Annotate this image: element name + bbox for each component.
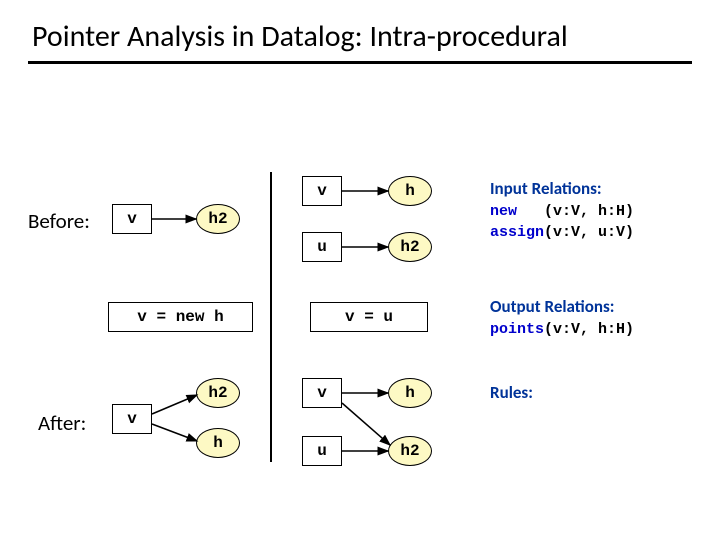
node-v-r2: v xyxy=(302,378,342,408)
node-h-r2: h xyxy=(388,378,432,408)
output-relations: Output Relations: points(v:V, h:H) xyxy=(490,296,634,338)
output-relations-header: Output Relations: xyxy=(490,296,634,317)
sig-points: (v:V, h:H) xyxy=(544,321,634,338)
node-h2-r2b: h2 xyxy=(388,436,432,466)
page-title: Pointer Analysis in Datalog: Intra-proce… xyxy=(0,0,720,61)
input-relations: Input Relations: new (v:V, h:H) assign(v… xyxy=(490,178,634,241)
kw-new: new xyxy=(490,203,517,220)
kw-assign: assign xyxy=(490,224,544,241)
sig-new: (v:V, h:H) xyxy=(544,203,634,220)
node-h2-r1: h2 xyxy=(388,232,432,262)
input-relations-header: Input Relations: xyxy=(490,178,634,199)
stmt-assign: v = u xyxy=(310,302,428,332)
divider xyxy=(28,61,692,64)
node-h-after: h xyxy=(196,428,240,458)
rules: Rules: xyxy=(490,382,533,403)
kw-points: points xyxy=(490,321,544,338)
sig-assign: (v:V, u:V) xyxy=(544,224,634,241)
before-label: Before: xyxy=(28,208,90,234)
node-h2-before: h2 xyxy=(196,204,240,234)
node-u-r2: u xyxy=(302,436,342,466)
vertical-divider xyxy=(270,172,272,462)
node-u-r1: u xyxy=(302,232,342,262)
node-h2-after: h2 xyxy=(196,378,240,408)
stmt-new: v = new h xyxy=(108,302,253,332)
rules-header: Rules: xyxy=(490,382,533,403)
node-v-after: v xyxy=(112,404,152,434)
diagram-stage: Before: After: v h2 v h u h2 v = new h v… xyxy=(0,100,720,520)
node-h-r1: h xyxy=(388,176,432,206)
node-v-before: v xyxy=(112,204,152,234)
node-v-r1: v xyxy=(302,176,342,206)
after-label: After: xyxy=(38,410,86,436)
